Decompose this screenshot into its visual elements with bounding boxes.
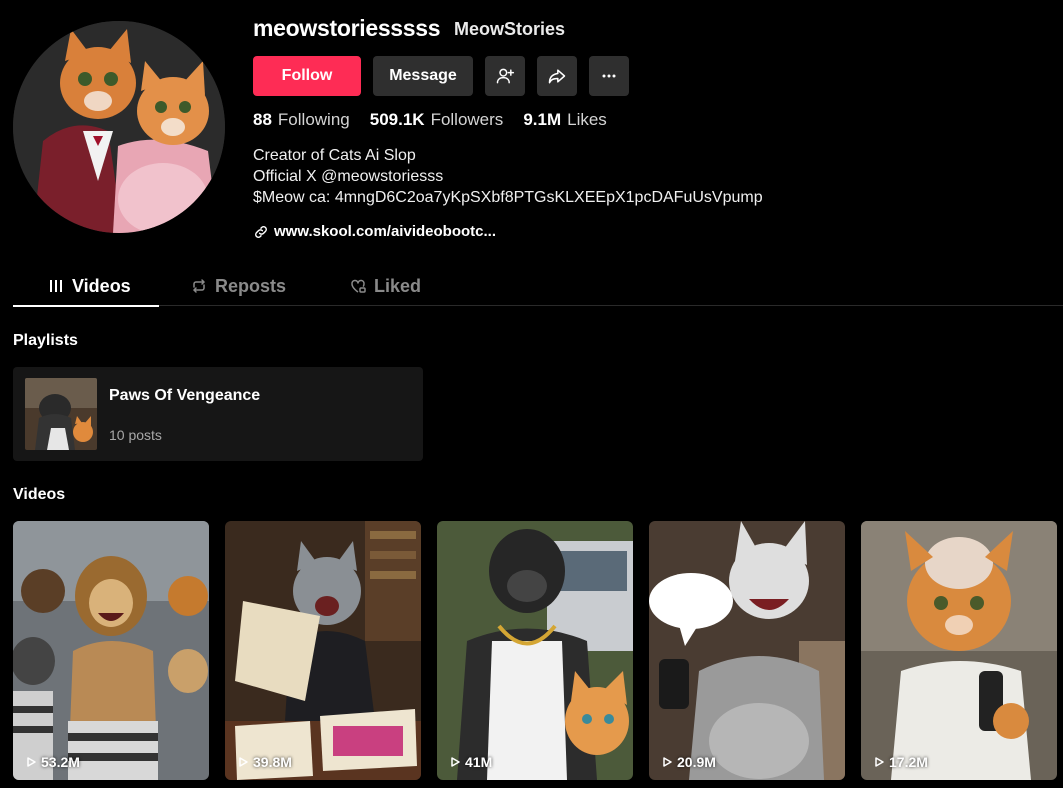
view-count-text: 53.2M <box>41 754 80 770</box>
stat-likes: 9.1M Likes <box>523 110 606 130</box>
more-icon <box>602 74 616 78</box>
view-count-text: 17.2M <box>889 754 928 770</box>
video-thumbnail <box>649 521 845 780</box>
follow-button[interactable]: Follow <box>253 56 361 96</box>
playlist-name: Paws Of Vengeance <box>109 387 261 404</box>
bio-line: Official X @meowstoriesss <box>253 168 444 185</box>
add-user-icon <box>496 68 515 84</box>
play-icon <box>875 757 884 767</box>
share-icon <box>548 69 566 84</box>
add-friend-button[interactable] <box>485 56 525 96</box>
nickname: MeowStories <box>454 19 566 39</box>
profile-tabs: Videos Reposts Liked <box>13 266 1063 307</box>
tab-liked-label: Liked <box>374 275 422 296</box>
video-card[interactable]: 20.9M <box>649 521 845 780</box>
stat-following[interactable]: 88 Following <box>253 110 350 130</box>
tab-liked[interactable]: Liked <box>350 266 421 306</box>
view-count: 39.8M <box>237 754 292 770</box>
username: meowstoriesssss <box>253 15 441 41</box>
view-count: 41M <box>449 754 492 770</box>
heart-lock-icon <box>351 279 366 293</box>
likes-label: Likes <box>567 110 607 129</box>
play-icon <box>239 757 248 767</box>
view-count-text: 41M <box>465 754 493 770</box>
following-label: Following <box>277 110 350 129</box>
video-card[interactable]: 53.2M <box>13 521 209 780</box>
playlist-card[interactable]: Paws Of Vengeance 10 posts <box>13 367 423 461</box>
bio: Creator of Cats Ai Slop Official X @meow… <box>253 145 763 208</box>
grid-icon <box>50 280 62 292</box>
tab-reposts-label: Reposts <box>215 275 287 296</box>
tab-reposts[interactable]: Reposts <box>191 266 286 306</box>
video-card[interactable]: 41M <box>437 521 633 780</box>
view-count-text: 20.9M <box>677 754 716 770</box>
stat-followers[interactable]: 509.1K Followers <box>370 110 504 130</box>
view-count: 53.2M <box>25 754 80 770</box>
share-button[interactable] <box>537 56 577 96</box>
play-icon <box>663 757 672 767</box>
tab-videos[interactable]: Videos <box>13 266 159 307</box>
profile-avatar[interactable] <box>13 21 225 233</box>
video-thumbnail <box>861 521 1057 780</box>
playlists-heading: Playlists <box>13 332 78 349</box>
play-icon <box>451 757 460 767</box>
profile-stats: 88 Following 509.1K Followers 9.1M Likes <box>253 110 607 130</box>
view-count: 17.2M <box>873 754 928 770</box>
more-options-button[interactable] <box>589 56 629 96</box>
following-count: 88 <box>253 110 272 129</box>
playlist-thumbnail <box>25 378 97 450</box>
message-button[interactable]: Message <box>373 56 473 96</box>
bio-line: $Meow ca: 4mngD6C2oa7yKpSXbf8PTGsKLXEEpX… <box>253 189 763 206</box>
view-count-text: 39.8M <box>253 754 292 770</box>
video-thumbnail <box>13 521 209 780</box>
view-count: 20.9M <box>661 754 716 770</box>
video-card[interactable]: 17.2M <box>861 521 1057 780</box>
followers-label: Followers <box>430 110 504 129</box>
videos-heading: Videos <box>13 486 66 503</box>
video-thumbnail <box>225 521 421 780</box>
video-thumbnail <box>437 521 633 780</box>
video-card[interactable]: 39.8M <box>225 521 421 780</box>
bio-line: Creator of Cats Ai Slop <box>253 147 416 164</box>
repost-icon <box>192 279 206 293</box>
video-grid: 53.2M 39.8M 41M 20.9M 17.2M <box>13 521 1057 780</box>
link-icon <box>255 225 267 238</box>
profile-link-text: www.skool.com/aivideobootc... <box>274 223 496 240</box>
play-icon <box>27 757 36 767</box>
tab-videos-label: Videos <box>72 275 131 296</box>
profile-link[interactable]: www.skool.com/aivideobootc... <box>253 223 496 240</box>
playlist-count: 10 posts <box>109 427 162 443</box>
likes-count: 9.1M <box>523 110 562 129</box>
followers-count: 509.1K <box>369 110 425 129</box>
